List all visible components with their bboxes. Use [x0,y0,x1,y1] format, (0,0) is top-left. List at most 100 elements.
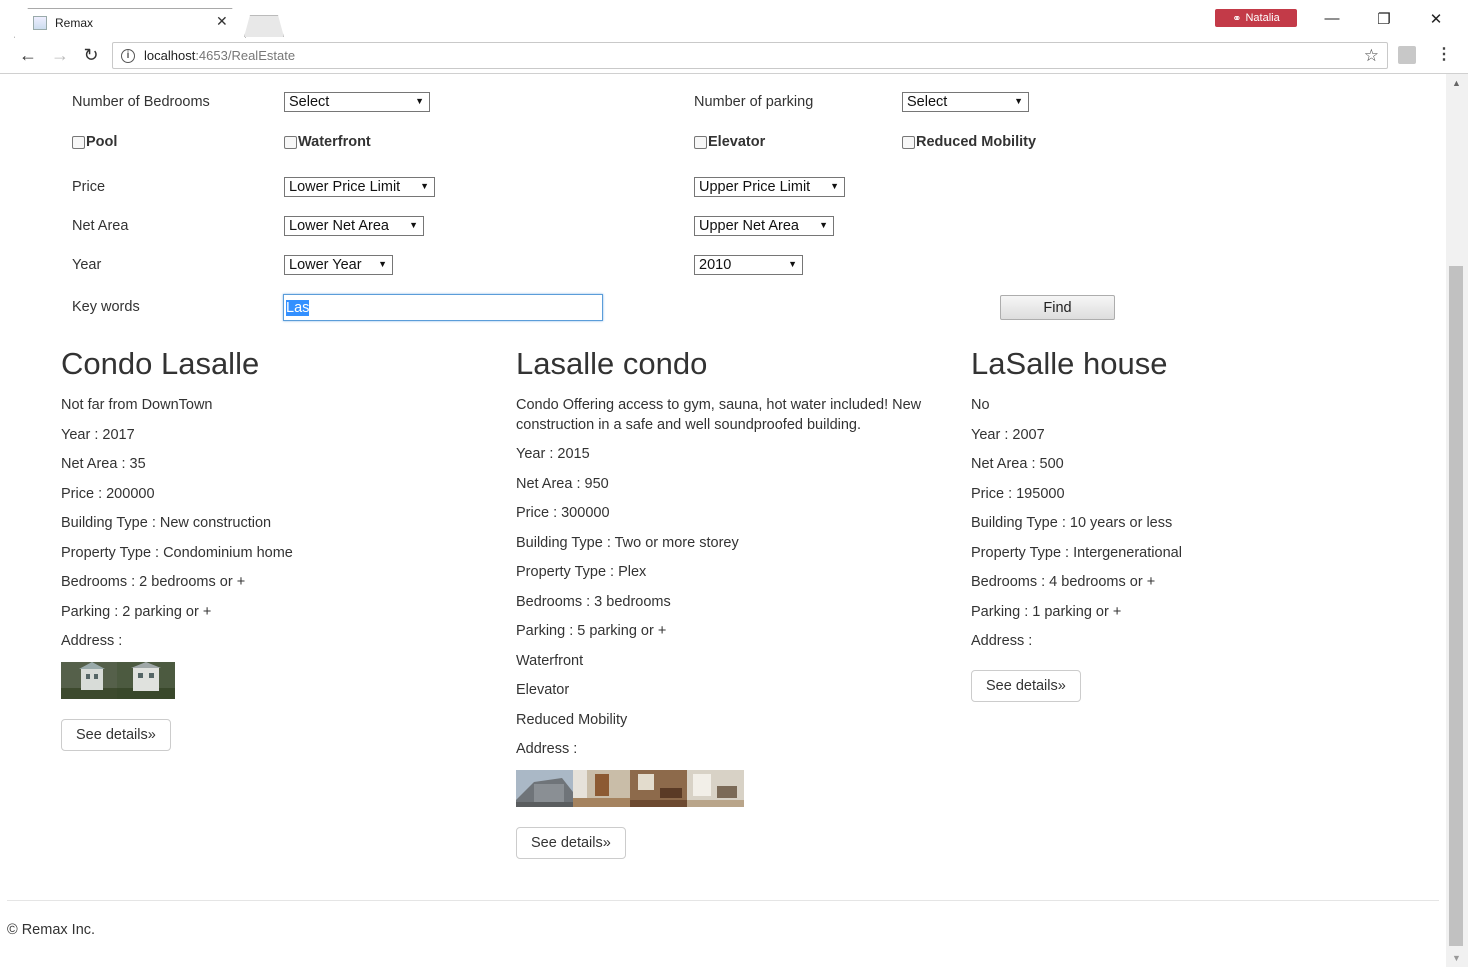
listing-address: Address : [516,741,578,758]
reduced-mobility-label: Reduced Mobility [916,134,1037,150]
url-path: :4653/RealEstate [195,48,296,63]
listing-photos [61,661,491,699]
kebab-menu-icon[interactable]: ⋮ [1436,44,1452,64]
extension-icon[interactable] [1398,46,1416,64]
year-lower-select[interactable]: Lower Year ▼ [284,255,393,275]
bedrooms-select-value: Select [289,94,330,110]
dropdown-arrow-icon: ▼ [830,181,839,191]
price-upper-select[interactable]: Upper Price Limit ▼ [694,177,845,197]
checkbox-box[interactable] [72,135,85,149]
waterfront-checkbox[interactable]: Waterfront [284,134,371,150]
checkbox-box[interactable] [902,135,915,149]
back-arrow-icon[interactable]: ← [16,45,40,66]
minimize-icon[interactable]: — [1317,10,1347,27]
parking-label: Number of parking [694,94,814,110]
checkbox-box[interactable] [694,135,707,149]
tab-title: Remax [55,16,94,30]
dropdown-arrow-icon: ▼ [415,96,424,106]
listing-year: Year : 2015 [516,446,590,463]
profile-icon: ⚭ [1232,12,1242,25]
reload-icon[interactable]: ↻ [79,45,103,66]
keywords-input-value: Las [286,299,310,316]
listing-photo[interactable] [687,769,744,807]
find-button[interactable]: Find [1000,295,1115,320]
profile-button[interactable]: ⚭ Natalia [1215,9,1297,27]
listing-property-type: Property Type : Intergenerational [971,544,1182,561]
price-lower-select[interactable]: Lower Price Limit ▼ [284,177,435,197]
listing-building-type: Building Type : Two or more storey [516,534,739,551]
listing-area: Net Area : 500 [971,456,1064,473]
year-upper-value: 2010 [699,257,732,273]
keywords-input[interactable]: Las [283,294,603,321]
dropdown-arrow-icon: ▼ [420,181,429,191]
see-details-button[interactable]: See details» [971,669,1081,702]
see-details-button[interactable]: See details» [61,718,171,751]
listing-address: Address : [61,633,123,650]
listing-property-type: Property Type : Condominium home [61,544,293,561]
address-bar[interactable]: i localhost:4653/RealEstate ☆ [112,42,1388,69]
see-details-button[interactable]: See details» [516,826,626,859]
vertical-scrollbar[interactable]: ▲ ▼ [1446,74,1468,967]
parking-select-value: Select [907,94,948,110]
tab-strip: Remax ✕ ⚭ Natalia — ❐ ✕ [0,0,1468,38]
bedrooms-select[interactable]: Select ▼ [284,92,430,112]
pool-checkbox[interactable]: Pool [72,134,117,150]
listing-description: Condo Offering access to gym, sauna, hot… [516,397,922,433]
price-lower-value: Lower Price Limit [289,179,401,195]
area-lower-select[interactable]: Lower Net Area ▼ [284,216,424,236]
listing-parking: Parking : 1 parking or + [971,603,1122,620]
checkbox-box[interactable] [284,135,297,149]
listing-feature: Waterfront [516,652,584,669]
listing-photo[interactable] [117,661,175,699]
bookmark-star-icon[interactable]: ☆ [1364,46,1379,66]
bedrooms-label: Number of Bedrooms [72,94,210,110]
listing-address: Address : [971,633,1033,650]
listing-title: Lasalle condo [516,346,708,381]
url-host: localhost [144,48,196,63]
close-window-icon[interactable]: ✕ [1421,10,1451,28]
listing-bedrooms: Bedrooms : 2 bedrooms or + [61,574,246,591]
listing-feature: Reduced Mobility [516,711,628,728]
parking-select[interactable]: Select ▼ [902,92,1029,112]
browser-tab[interactable]: Remax [14,8,246,38]
close-tab-icon[interactable]: ✕ [216,13,228,30]
scrollbar-thumb[interactable] [1449,266,1463,946]
year-label: Year [72,257,102,273]
listing-photo[interactable] [61,661,117,699]
dropdown-arrow-icon: ▼ [788,259,797,269]
listing-parking: Parking : 5 parking or + [516,623,667,640]
listing-photos [516,769,941,807]
listing-photo[interactable] [630,769,687,807]
browser-toolbar: ← → ↻ i localhost:4653/RealEstate ☆ ⋮ [0,38,1468,74]
listing-price: Price : 200000 [61,485,155,502]
listing-price: Price : 300000 [516,505,610,522]
reduced-mobility-checkbox[interactable]: Reduced Mobility [902,134,1036,150]
listing-photo[interactable] [516,769,573,807]
restore-icon[interactable]: ❐ [1369,10,1399,28]
scroll-down-arrow-icon[interactable]: ▼ [1452,953,1461,963]
listing-building-type: Building Type : 10 years or less [971,515,1173,532]
listing-bedrooms: Bedrooms : 3 bedrooms [516,593,671,610]
listing-bedrooms: Bedrooms : 4 bedrooms or + [971,574,1156,591]
listing-title: LaSalle house [971,346,1168,381]
area-upper-value: Upper Net Area [699,218,799,234]
waterfront-label: Waterfront [298,134,371,150]
elevator-label: Elevator [708,134,766,150]
keywords-label: Key words [72,299,140,315]
listing-area: Net Area : 35 [61,456,146,473]
listing-photo[interactable] [573,769,630,807]
year-upper-select[interactable]: 2010 ▼ [694,255,803,275]
listing-title: Condo Lasalle [61,346,260,381]
area-upper-select[interactable]: Upper Net Area ▼ [694,216,834,236]
scroll-up-arrow-icon[interactable]: ▲ [1452,78,1461,88]
price-upper-value: Upper Price Limit [699,179,811,195]
new-tab-button[interactable] [244,15,284,37]
listing-area: Net Area : 950 [516,475,609,492]
elevator-checkbox[interactable]: Elevator [694,134,765,150]
listing-card: Lasalle condo Condo Offering access to g… [516,344,941,859]
area-lower-value: Lower Net Area [289,218,389,234]
info-icon[interactable]: i [121,48,135,63]
listing-price: Price : 195000 [971,485,1065,502]
footer-copyright: © Remax Inc. [7,922,96,938]
forward-arrow-icon[interactable]: → [48,45,72,66]
